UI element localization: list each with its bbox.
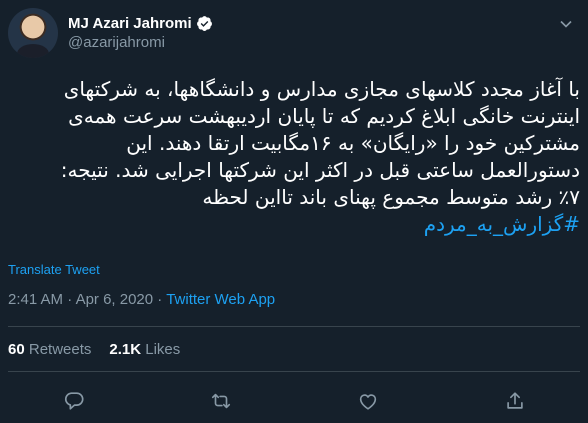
retweets-stat[interactable]: 60 Retweets bbox=[8, 341, 91, 358]
source-app-link[interactable]: Twitter Web App bbox=[166, 291, 275, 308]
verified-badge-icon bbox=[196, 16, 212, 31]
avatar[interactable] bbox=[8, 8, 58, 58]
tweet-header: MJ Azari Jahromi @azarijahromi bbox=[8, 8, 213, 58]
tweet-date[interactable]: Apr 6, 2020 bbox=[76, 291, 154, 308]
translate-tweet-link[interactable]: Translate Tweet bbox=[8, 262, 100, 277]
action-bar bbox=[0, 386, 588, 416]
heart-icon[interactable] bbox=[357, 390, 379, 412]
likes-stat[interactable]: 2.1K Likes bbox=[109, 341, 180, 358]
tweet-meta: 2:41 AM · Apr 6, 2020 · Twitter Web App bbox=[8, 291, 275, 308]
divider bbox=[8, 326, 580, 327]
meta-separator: · bbox=[153, 291, 167, 308]
name-row: MJ Azari Jahromi bbox=[68, 15, 213, 32]
reply-icon[interactable] bbox=[63, 390, 85, 412]
tweet-text-line: دستورالعمل ساعتی قبل در اکثر این شرکتها … bbox=[60, 158, 580, 182]
likes-count: 2.1K bbox=[109, 341, 142, 358]
author-names: MJ Azari Jahromi @azarijahromi bbox=[68, 15, 213, 51]
author-name[interactable]: MJ Azari Jahromi bbox=[68, 15, 192, 32]
tweet-text: با آغاز مجدد کلاسهای مجازی مدارس و دانشگ… bbox=[8, 76, 580, 238]
likes-label: Likes bbox=[145, 341, 181, 358]
tweet-card: MJ Azari Jahromi @azarijahromi با آغاز م… bbox=[0, 0, 588, 423]
retweets-count: 60 bbox=[8, 341, 25, 358]
chevron-down-icon[interactable] bbox=[556, 14, 576, 34]
retweets-label: Retweets bbox=[28, 341, 92, 358]
tweet-text-line: ٪۷ رشد متوسط مجموع پهنای باند تااین لحظه bbox=[202, 185, 580, 209]
avatar-shirt bbox=[17, 44, 49, 58]
tweet-text-line: اینترنت خانگی ابلاغ کردیم که تا پایان ار… bbox=[68, 104, 580, 128]
hashtag-link[interactable]: #گزارش_به_مردم bbox=[8, 211, 580, 238]
divider bbox=[8, 371, 580, 372]
tweet-text-line: مشترکین خود را «رایگان» به ۱۶مگابیت ارتق… bbox=[126, 131, 580, 155]
tweet-stats: 60 Retweets 2.1K Likes bbox=[8, 341, 180, 358]
retweet-icon[interactable] bbox=[210, 390, 232, 412]
tweet-text-line: با آغاز مجدد کلاسهای مجازی مدارس و دانشگ… bbox=[63, 77, 580, 101]
meta-separator: · bbox=[63, 291, 76, 308]
share-icon[interactable] bbox=[504, 390, 526, 412]
author-handle[interactable]: @azarijahromi bbox=[68, 34, 213, 51]
tweet-time[interactable]: 2:41 AM bbox=[8, 291, 63, 308]
